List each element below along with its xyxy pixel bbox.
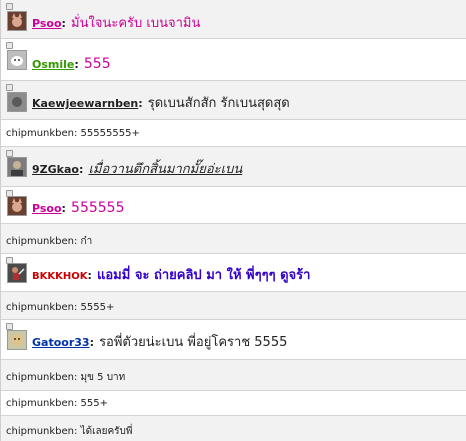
username-link[interactable]: Psoo [32, 202, 62, 215]
white-creature-avatar[interactable] [7, 50, 27, 70]
system-text: chipmunkben: 5555+ [6, 302, 115, 313]
separator: : [74, 58, 79, 71]
chat-message: BKKKHOK: แอมมี่ จะ ถ่ายคลิป มา ให้ พี่ๆๆ… [1, 254, 466, 292]
message-marker-icon [6, 3, 13, 10]
system-message: chipmunkben: มุข 5 บาท [1, 360, 466, 391]
message-marker-icon [6, 42, 13, 49]
cat-avatar[interactable] [7, 196, 27, 216]
person-avatar[interactable] [7, 157, 27, 177]
username-link[interactable]: BKKKHOK [32, 271, 88, 282]
separator: : [89, 336, 94, 349]
message-text: เมื่อวานตึกสิ้นมากมั๊ยอ่ะเบน [88, 162, 243, 177]
message-text: แอมมี่ จะ ถ่ายคลิป มา ให้ พี่ๆๆๆ ดูจร้า [97, 268, 311, 283]
system-text: chipmunkben: ก๋า [6, 236, 93, 247]
message-marker-icon [6, 84, 13, 91]
separator: : [61, 202, 66, 215]
chat-message: Gatoor33: รอพี่ตัวยน่ะเบน พี่อยู่โคราช 5… [1, 320, 466, 360]
message-text: 555555 [71, 200, 125, 216]
cat-avatar[interactable] [7, 11, 27, 31]
chat-message: Psoo: มั่นใจนะครับ เบนจามิน [1, 0, 466, 39]
chat-message: Osmile: 555 [1, 39, 466, 81]
username-link[interactable]: Osmile [32, 58, 74, 71]
chat-log: Psoo: มั่นใจนะครับ เบนจามิน Osmile: 555 … [0, 0, 466, 441]
username-link[interactable]: Kaewjeewarnben [32, 97, 138, 110]
message-text: รอพี่ตัวยน่ะเบน พี่อยู่โคราช 5555 [99, 335, 288, 350]
separator: : [87, 269, 92, 282]
message-marker-icon [6, 150, 13, 157]
system-message: chipmunkben: 555+ [1, 391, 466, 416]
small-dot-avatar[interactable] [7, 92, 27, 112]
face-avatar[interactable] [7, 330, 27, 350]
system-text: chipmunkben: 555+ [6, 398, 109, 409]
chat-message: 9ZGkao: เมื่อวานตึกสิ้นมากมั๊ยอ่ะเบน [1, 147, 466, 187]
chat-message: Psoo: 555555 [1, 187, 466, 224]
system-message: chipmunkben: ก๋า [1, 224, 466, 254]
message-text: รุดเบนสักสัก รักเบนสุดสุด [147, 96, 290, 111]
system-text: chipmunkben: ได้เลยครับพี่ [6, 426, 133, 437]
message-text: 555 [83, 56, 111, 72]
username-link[interactable]: Gatoor33 [32, 336, 90, 349]
action-avatar[interactable] [7, 263, 27, 283]
system-text: chipmunkben: 55555555+ [6, 128, 140, 139]
system-message: chipmunkben: ได้เลยครับพี่ [1, 416, 466, 441]
system-message: chipmunkben: 5555+ [1, 292, 466, 320]
chat-message: Kaewjeewarnben: รุดเบนสักสัก รักเบนสุดสุ… [1, 81, 466, 120]
message-marker-icon [6, 323, 13, 330]
separator: : [78, 163, 84, 176]
system-message: chipmunkben: 55555555+ [1, 120, 466, 147]
message-text: มั่นใจนะครับ เบนจามิน [71, 16, 201, 31]
separator: : [138, 97, 143, 110]
username-link[interactable]: Psoo [32, 17, 62, 30]
separator: : [61, 17, 66, 30]
username-link[interactable]: 9ZGkao [32, 163, 79, 176]
system-text: chipmunkben: มุข 5 บาท [6, 372, 126, 383]
